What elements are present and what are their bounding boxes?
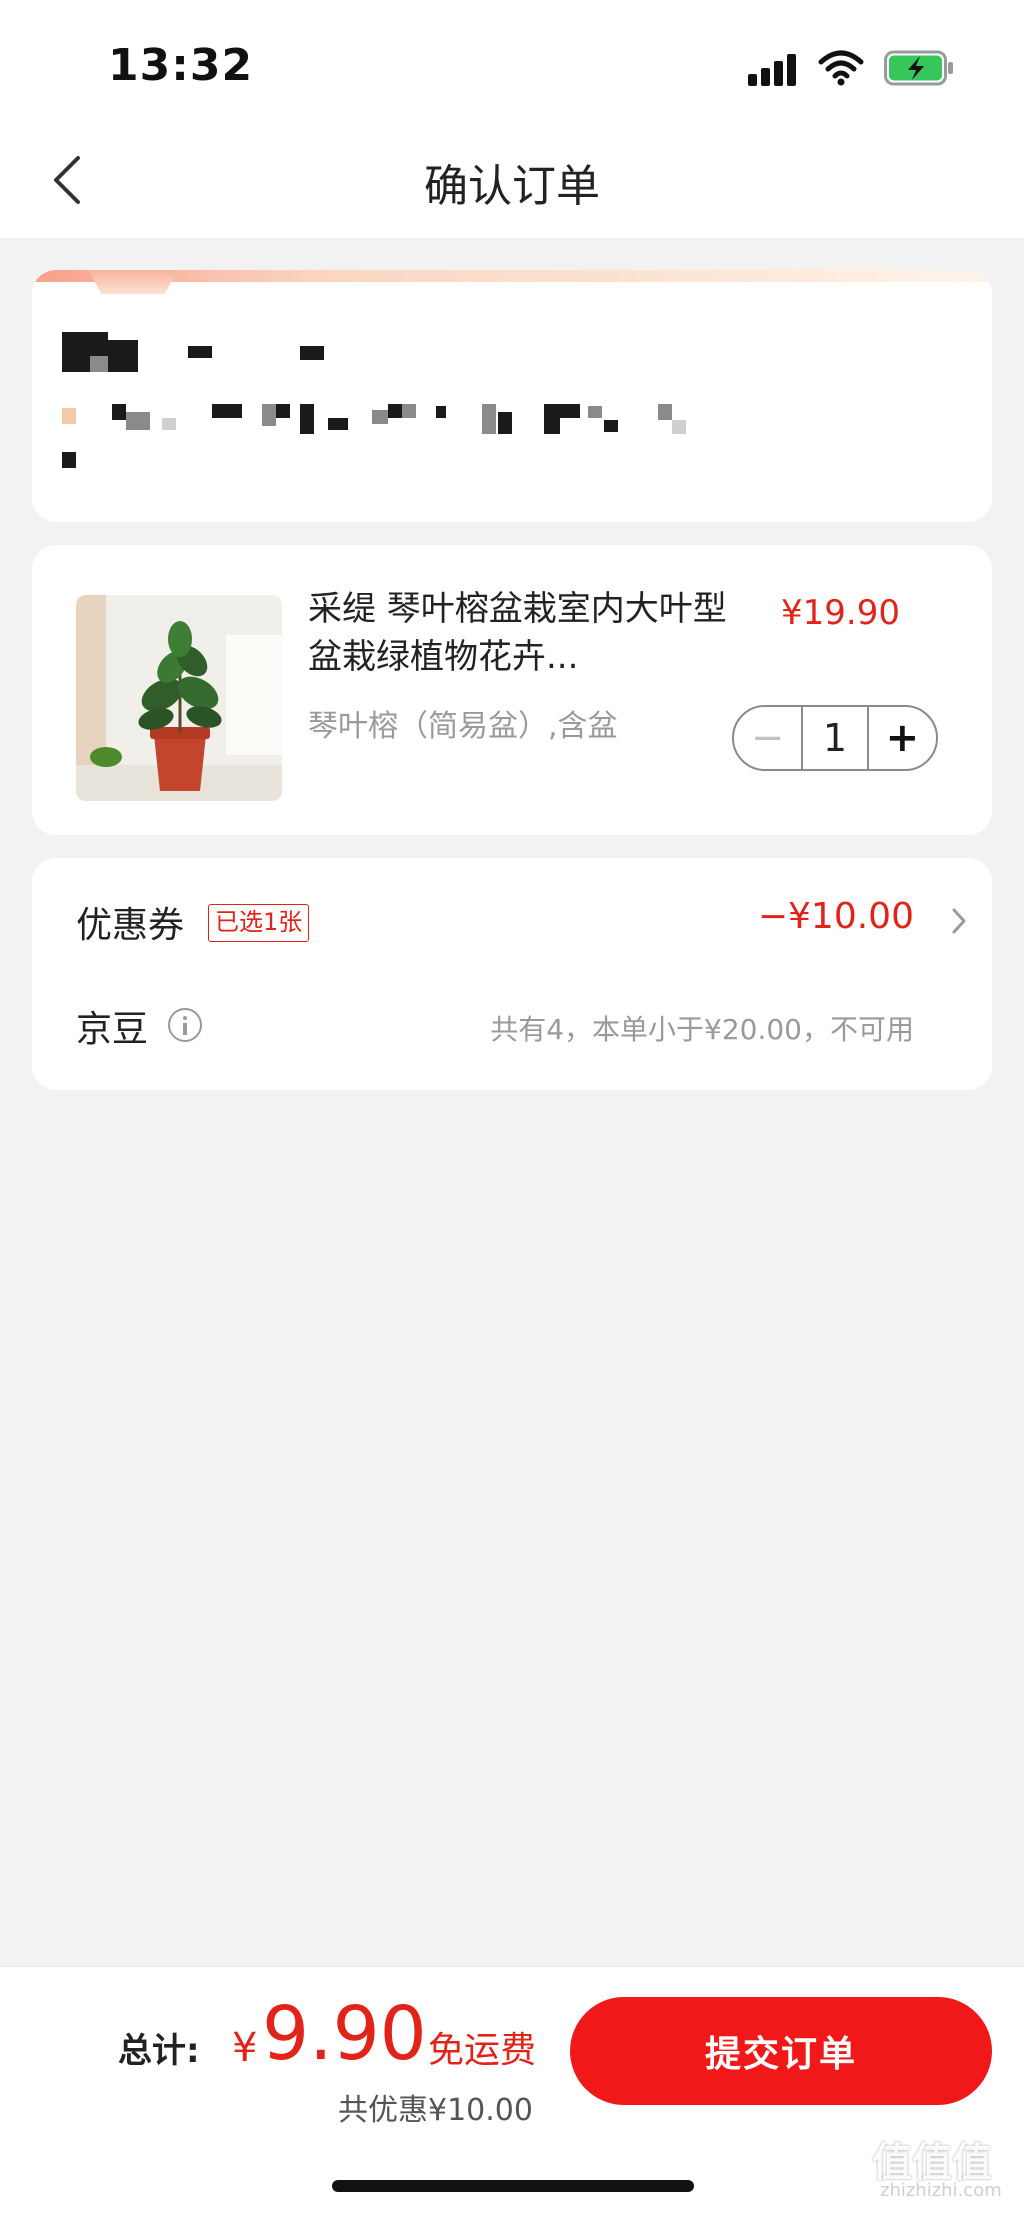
- battery-charging-icon: [884, 50, 953, 86]
- signal-icon: [748, 52, 800, 86]
- coupon-value: −¥10.00: [757, 896, 914, 937]
- jingdou-note: 共有4，本单小于¥20.00，不可用: [490, 1013, 914, 1046]
- submit-order-button[interactable]: 提交订单: [570, 1997, 992, 2105]
- watermark-url: zhizhizhi.com: [880, 2180, 1002, 2201]
- total-amount: 9.90: [262, 1991, 427, 2077]
- page-title: 确认订单: [424, 161, 600, 212]
- quantity-stepper: − 1 +: [732, 705, 938, 771]
- discounts-card: 优惠券 已选1张 −¥10.00 京豆 共有4，本单小于¥20.00，不可用: [32, 858, 992, 1090]
- jingdou-label: 京豆: [76, 1009, 149, 1050]
- status-bar: 13:32: [0, 0, 1024, 120]
- free-shipping-label: 免运费: [428, 2030, 537, 2071]
- checkout-bar: 总计: ¥ 9.90 免运费 共优惠¥10.00 提交订单: [0, 1966, 1024, 2215]
- product-spec: 琴叶榕（简易盆）,含盆: [308, 709, 618, 744]
- order-confirm-page: 13:32 确认订单 采缇 琴叶榕盆栽室内大叶型盆栽绿植物花卉... 琴叶榕（简…: [0, 0, 1024, 2215]
- product-card[interactable]: 采缇 琴叶榕盆栽室内大叶型盆栽绿植物花卉... 琴叶榕（简易盆）,含盆 ¥19.…: [32, 545, 992, 835]
- home-indicator[interactable]: [332, 2180, 694, 2192]
- total-saved: 共优惠¥10.00: [338, 2093, 533, 2128]
- total-currency: ¥: [232, 2025, 258, 2071]
- status-time: 13:32: [108, 40, 254, 91]
- chevron-right-icon[interactable]: [948, 906, 970, 936]
- quantity-value[interactable]: 1: [801, 707, 869, 769]
- nav-bar: 确认订单: [0, 120, 1024, 238]
- address-tab-decoration: [88, 270, 178, 294]
- info-icon[interactable]: [168, 1008, 202, 1042]
- product-title[interactable]: 采缇 琴叶榕盆栽室内大叶型盆栽绿植物花卉...: [308, 585, 748, 681]
- wifi-icon: [818, 50, 864, 86]
- decrease-quantity-button[interactable]: −: [734, 707, 801, 769]
- jingdou-row: 京豆 共有4，本单小于¥20.00，不可用: [76, 992, 976, 1052]
- coupon-selected-badge: 已选1张: [208, 904, 310, 942]
- coupon-row[interactable]: 优惠券 已选1张 −¥10.00: [76, 888, 976, 948]
- product-price: ¥19.90: [781, 593, 900, 633]
- total-label: 总计:: [118, 2031, 200, 2071]
- increase-quantity-button[interactable]: +: [869, 707, 936, 769]
- coupon-label: 优惠券: [76, 905, 185, 946]
- address-card[interactable]: [32, 270, 992, 522]
- product-image[interactable]: [76, 595, 282, 801]
